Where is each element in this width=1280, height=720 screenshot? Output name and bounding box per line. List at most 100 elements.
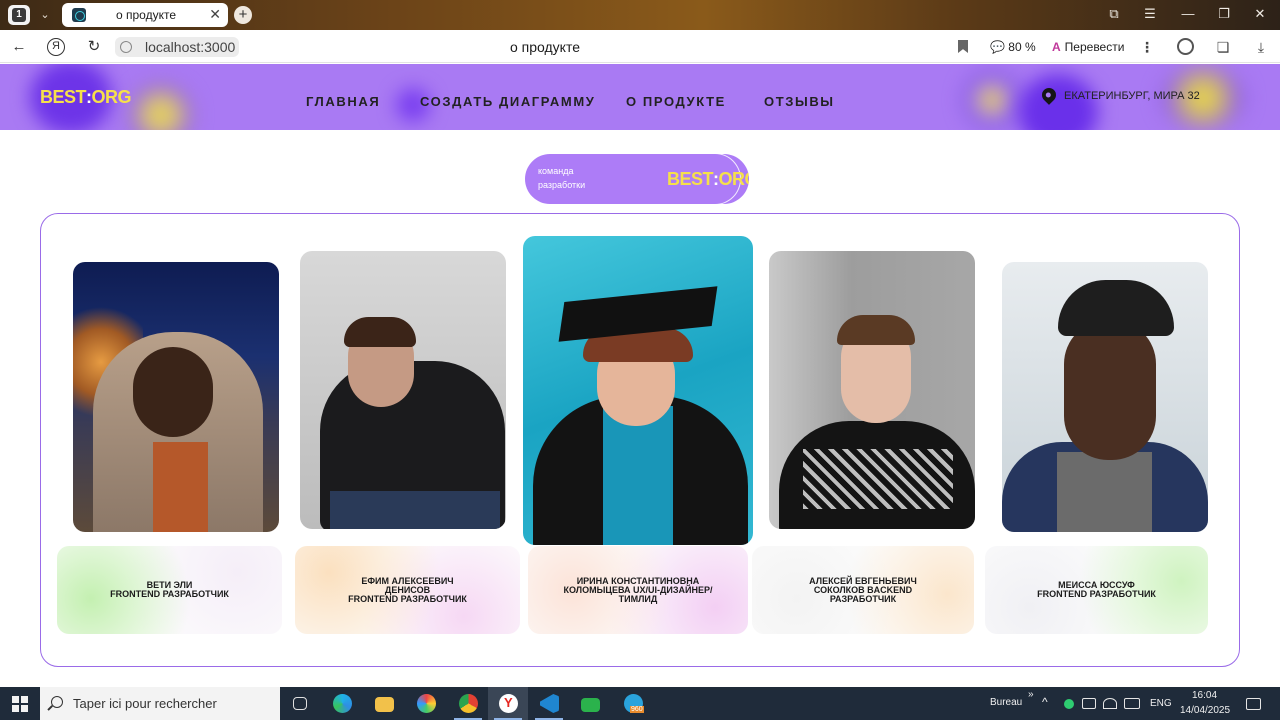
team-photo-irina bbox=[523, 236, 753, 545]
clock-time[interactable]: 16:04 bbox=[1192, 690, 1217, 701]
person-head bbox=[133, 347, 213, 437]
keyboard-icon[interactable] bbox=[1124, 698, 1140, 709]
person-shirt bbox=[153, 442, 208, 532]
logo-main: BEST bbox=[40, 87, 87, 107]
tab-manager-icon[interactable]: ⧉ bbox=[1104, 6, 1124, 22]
header-decor-blob bbox=[1018, 74, 1098, 130]
company-address: ЕКАТЕРИНБУРГ, МИРА 32 bbox=[1064, 90, 1200, 102]
translate-icon: A bbox=[1052, 40, 1061, 54]
team-badge: команда разработки BEST:ORG bbox=[525, 154, 749, 204]
desktop-toolbar-label[interactable]: Bureau bbox=[990, 697, 1022, 708]
file-explorer-icon[interactable] bbox=[364, 687, 404, 720]
chevron-down-icon[interactable]: ⌄ bbox=[36, 6, 54, 24]
battery-icon[interactable] bbox=[1082, 698, 1096, 709]
nav-link-about[interactable]: О ПРОДУКТЕ bbox=[626, 94, 726, 109]
download-icon[interactable]: ⤓ bbox=[1252, 38, 1270, 56]
person-shirt bbox=[1057, 452, 1152, 532]
logo-tail: ORG bbox=[91, 87, 132, 107]
search-placeholder: Taper ici pour rechercher bbox=[73, 696, 217, 711]
tab-count-button[interactable]: 1 bbox=[8, 5, 30, 25]
member-caption: ИРИНА КОНСТАНТИНОВНА КОЛОМЫЦЕВА UX/UI-ДИ… bbox=[563, 576, 712, 604]
team-card-efim: ЕФИМ АЛЕКСЕЕВИЧ ДЕНИСОВ FRONTEND РАЗРАБО… bbox=[295, 546, 520, 634]
telegram-badge: 960 bbox=[630, 706, 644, 713]
task-view-icon[interactable] bbox=[280, 687, 320, 720]
nav-link-create-diagram[interactable]: СОЗДАТЬ ДИАГРАММУ bbox=[420, 94, 595, 109]
person-jeans bbox=[330, 491, 500, 529]
member-role: ТИМЛИД bbox=[618, 593, 658, 604]
member-caption: МЕИССА ЮССУФ FRONTEND РАЗРАБОТЧИК bbox=[1037, 581, 1156, 599]
taskbar-search-input[interactable]: Taper ici pour rechercher bbox=[40, 687, 280, 720]
collections-icon[interactable]: ❏ bbox=[1214, 38, 1232, 56]
header-decor-blob bbox=[128, 82, 194, 130]
vpn-lock-icon[interactable] bbox=[570, 687, 610, 720]
browser-tab-bar: 1 ⌄ о продукте ✕ + ⧉ ☰ — ❐ ✕ bbox=[0, 0, 1280, 30]
team-card-vety: ВЕТИ ЭЛИ FRONTEND РАЗРАБОТЧИК bbox=[57, 546, 282, 634]
team-photo-meissa bbox=[1002, 262, 1208, 532]
clock-date[interactable]: 14/04/2025 bbox=[1180, 705, 1230, 716]
react-favicon-icon bbox=[72, 8, 86, 22]
close-tab-icon[interactable]: ✕ bbox=[209, 6, 221, 23]
person-hair bbox=[837, 315, 915, 345]
minimize-icon[interactable]: — bbox=[1178, 6, 1198, 21]
nav-link-reviews[interactable]: ОТЗЫВЫ bbox=[764, 94, 835, 109]
team-photo-aleksey bbox=[769, 251, 975, 529]
input-language[interactable]: ENG bbox=[1150, 698, 1172, 709]
wifi-icon[interactable] bbox=[1103, 698, 1117, 709]
windows-taskbar: Taper ici pour rechercher Y 960 Bureau »… bbox=[0, 687, 1280, 720]
zoom-indicator[interactable]: 💬 80 % bbox=[990, 37, 1040, 57]
badge-logo-main: BEST bbox=[667, 169, 714, 189]
sweater-pattern bbox=[803, 449, 953, 509]
graduation-cap bbox=[558, 286, 718, 342]
member-role: FRONTEND РАЗРАБОТЧИК bbox=[110, 589, 229, 599]
person-head bbox=[1064, 320, 1156, 460]
site-logo[interactable]: BEST:ORG bbox=[40, 87, 132, 108]
tab-active[interactable]: о продукте ✕ bbox=[62, 3, 228, 27]
chevron-up-icon[interactable]: ^ bbox=[1042, 695, 1048, 709]
member-caption: ЕФИМ АЛЕКСЕЕВИЧ ДЕНИСОВ FRONTEND РАЗРАБО… bbox=[348, 576, 467, 604]
team-card-irina: ИРИНА КОНСТАНТИНОВНА КОЛОМЫЦЕВА UX/UI-ДИ… bbox=[528, 546, 748, 634]
notifications-icon[interactable] bbox=[1246, 698, 1261, 710]
vscode-icon[interactable] bbox=[529, 687, 569, 720]
address-page-title: о продукте bbox=[509, 39, 580, 55]
member-role: FRONTEND РАЗРАБОТЧИК bbox=[1037, 589, 1156, 599]
tab-count-label: 1 bbox=[12, 8, 26, 22]
zoom-label: 80 % bbox=[1008, 40, 1036, 54]
yandex-browser-icon[interactable]: Y bbox=[488, 687, 528, 720]
person-cap bbox=[1058, 280, 1174, 336]
badge-logo-tail: ORG bbox=[718, 169, 749, 189]
comment-icon: 💬 bbox=[990, 40, 1005, 54]
tab-title: о продукте bbox=[116, 8, 177, 22]
edge-icon[interactable] bbox=[322, 687, 362, 720]
chevron-double-right-icon[interactable]: » bbox=[1028, 689, 1034, 700]
more-menu-icon[interactable]: ⋮ bbox=[1138, 38, 1156, 56]
search-icon bbox=[51, 696, 63, 708]
address-bar: ← Я ↻ localhost:3000 о продукте 💬 80 % A… bbox=[0, 30, 1280, 63]
translate-label: Перевести bbox=[1064, 40, 1125, 54]
team-card-aleksey: АЛЕКСЕЙ ЕВГЕНЬЕВИЧ СОКОЛКОВ BACKEND РАЗР… bbox=[752, 546, 974, 634]
windows-start-icon[interactable] bbox=[12, 696, 28, 712]
person-hair bbox=[344, 317, 416, 347]
team-photo-efim bbox=[300, 251, 506, 529]
menu-icon[interactable]: ☰ bbox=[1140, 6, 1160, 22]
network-status-icon[interactable] bbox=[1064, 699, 1074, 709]
team-badge-line1: команда bbox=[538, 166, 574, 176]
person-stole bbox=[603, 406, 673, 545]
member-role: FRONTEND РАЗРАБОТЧИК bbox=[348, 593, 467, 604]
team-badge-line2: разработки bbox=[538, 180, 586, 190]
protect-icon[interactable] bbox=[1177, 38, 1194, 55]
close-window-icon[interactable]: ✕ bbox=[1250, 6, 1270, 22]
member-caption: АЛЕКСЕЙ ЕВГЕНЬЕВИЧ СОКОЛКОВ BACKEND РАЗР… bbox=[809, 576, 917, 604]
site-header: BEST:ORG ГЛАВНАЯ СОЗДАТЬ ДИАГРАММУ О ПРО… bbox=[0, 64, 1280, 130]
new-tab-button[interactable]: + bbox=[234, 6, 252, 24]
chrome-icon[interactable] bbox=[448, 687, 488, 720]
team-photo-vety bbox=[73, 262, 279, 532]
team-badge-logo: BEST:ORG bbox=[667, 169, 749, 190]
maximize-icon[interactable]: ❐ bbox=[1214, 6, 1234, 22]
telegram-icon[interactable]: 960 bbox=[613, 687, 653, 720]
member-role: РАЗРАБОТЧИК bbox=[829, 593, 897, 604]
member-caption: ВЕТИ ЭЛИ FRONTEND РАЗРАБОТЧИК bbox=[110, 581, 229, 599]
paint-icon[interactable] bbox=[406, 687, 446, 720]
translate-button[interactable]: A Перевести bbox=[1052, 37, 1124, 57]
header-decor-blob bbox=[962, 70, 1022, 130]
nav-link-home[interactable]: ГЛАВНАЯ bbox=[306, 94, 380, 109]
